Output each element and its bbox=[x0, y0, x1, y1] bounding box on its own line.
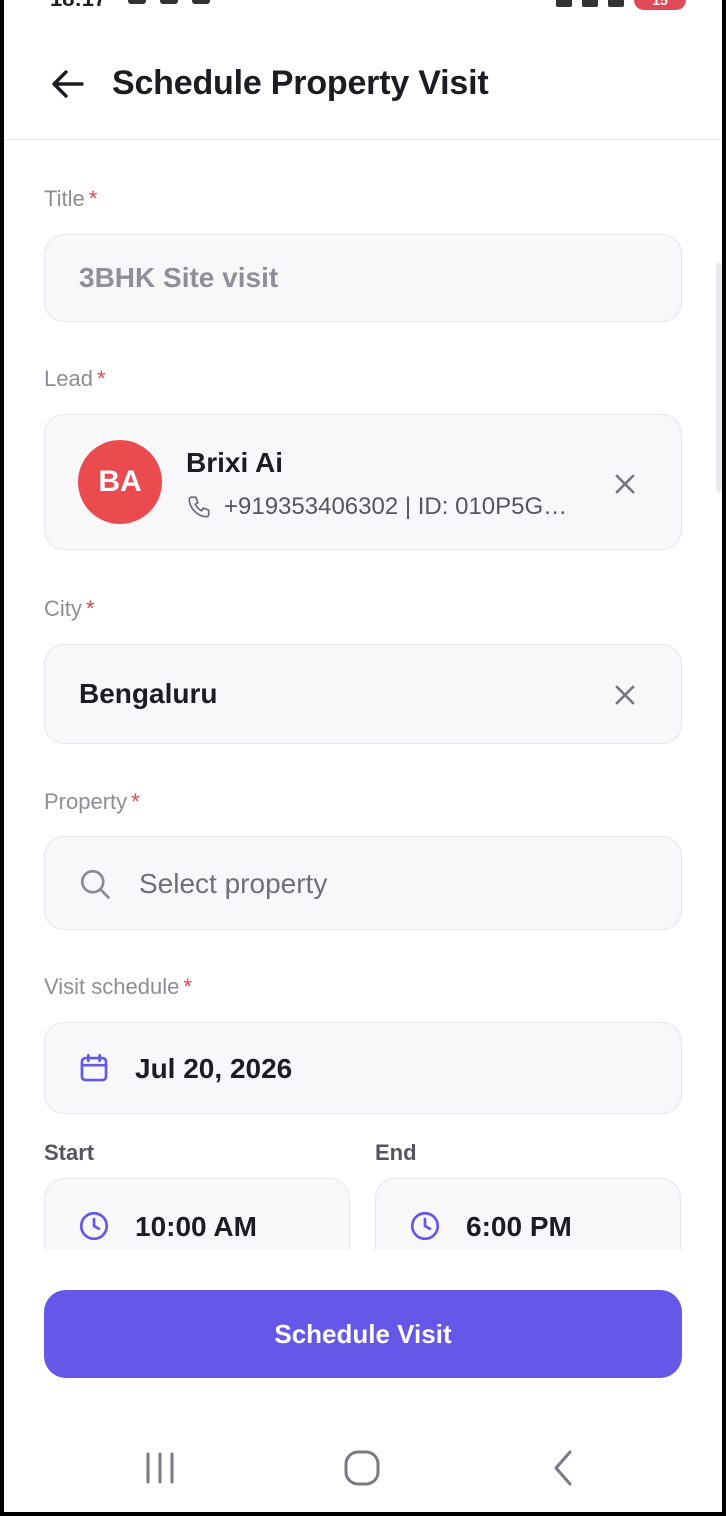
required-mark: * bbox=[96, 366, 106, 391]
status-time: 18:17 bbox=[50, 0, 106, 12]
page-title: Schedule Property Visit bbox=[112, 64, 489, 102]
lead-name: Brixi Ai bbox=[186, 447, 283, 478]
calendar-icon bbox=[80, 1053, 108, 1082]
start-time-value: 10:00 AM bbox=[135, 1211, 257, 1242]
city-input[interactable]: Bengaluru bbox=[44, 644, 682, 744]
close-icon[interactable] bbox=[611, 470, 639, 498]
app-header: Schedule Property Visit bbox=[4, 40, 722, 140]
phone-icon bbox=[188, 496, 210, 518]
visit-schedule-label: Visit schedule * bbox=[44, 974, 192, 1000]
data-icon bbox=[582, 0, 598, 7]
close-icon[interactable] bbox=[611, 681, 639, 709]
arrow-left-icon bbox=[52, 70, 84, 98]
required-mark: * bbox=[88, 186, 98, 211]
end-label: End bbox=[375, 1140, 417, 1165]
title-input[interactable]: 3BHK Site visit bbox=[44, 234, 682, 322]
title-label: Title * bbox=[44, 186, 97, 212]
status-notification-icons bbox=[128, 0, 210, 4]
end-time-value: 6:00 PM bbox=[466, 1211, 572, 1242]
battery-indicator: 15 bbox=[634, 0, 686, 10]
status-bar: 18:17 15 bbox=[4, 0, 722, 20]
property-label: Property * bbox=[44, 789, 140, 815]
title-input-placeholder: 3BHK Site visit bbox=[79, 262, 279, 293]
lead-label-text: Lead bbox=[44, 366, 93, 391]
scrollbar[interactable] bbox=[716, 262, 722, 492]
lead-selector[interactable]: BA Brixi Ai +919353406302 | ID: 010P5G… bbox=[44, 414, 682, 550]
notification-icon bbox=[128, 0, 146, 4]
city-value: Bengaluru bbox=[79, 678, 218, 709]
recent-apps-icon[interactable] bbox=[130, 1444, 190, 1492]
status-system-icons: 15 bbox=[556, 0, 686, 10]
city-label-text: City bbox=[44, 596, 82, 621]
title-label-text: Title bbox=[44, 186, 85, 211]
home-icon[interactable] bbox=[332, 1444, 392, 1492]
city-label: City * bbox=[44, 596, 94, 622]
lock-icon bbox=[160, 0, 178, 4]
property-label-text: Property bbox=[44, 789, 128, 814]
avatar: BA bbox=[78, 440, 162, 524]
screen-cast-icon bbox=[192, 0, 210, 4]
wifi-icon bbox=[556, 0, 572, 7]
back-nav-icon[interactable] bbox=[534, 1444, 594, 1492]
date-picker[interactable]: Jul 20, 2026 bbox=[44, 1022, 682, 1114]
search-icon bbox=[80, 869, 110, 899]
visit-date: Jul 20, 2026 bbox=[135, 1053, 293, 1084]
lead-details: +919353406302 | ID: 010P5G… bbox=[186, 493, 606, 521]
back-button[interactable] bbox=[44, 60, 92, 108]
clock-icon bbox=[79, 1211, 109, 1241]
required-mark: * bbox=[183, 974, 192, 999]
clock-icon bbox=[410, 1211, 440, 1241]
required-mark: * bbox=[85, 596, 95, 621]
property-search-input[interactable]: Select property bbox=[44, 836, 682, 930]
visit-schedule-label-text: Visit schedule bbox=[44, 974, 180, 999]
schedule-visit-button[interactable]: Schedule Visit bbox=[44, 1290, 682, 1378]
signal-icon bbox=[608, 0, 624, 7]
property-placeholder: Select property bbox=[139, 868, 328, 899]
lead-label: Lead * bbox=[44, 366, 106, 392]
system-navigation-bar bbox=[4, 1420, 722, 1512]
lead-details-text: +919353406302 | ID: 010P5G… bbox=[224, 493, 568, 520]
start-label: Start bbox=[44, 1140, 95, 1165]
app-screen: 18:17 15 Schedule Property Visit Title* … bbox=[4, 0, 722, 1512]
required-mark: * bbox=[131, 789, 140, 814]
